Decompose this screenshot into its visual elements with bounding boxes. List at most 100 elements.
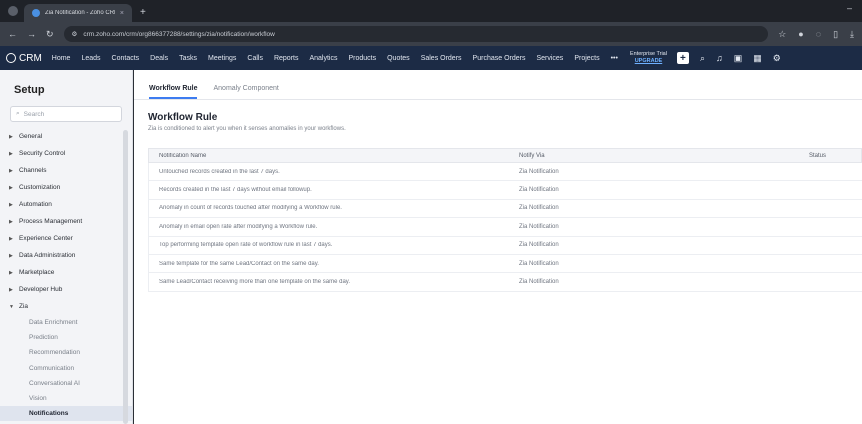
page-title: Workflow Rule (148, 112, 218, 123)
chevron-right-icon: ▶ (9, 286, 13, 293)
chevron-right-icon: ▶ (9, 201, 13, 208)
sidebar-item-security-control[interactable]: ▶ Security Control (0, 145, 132, 162)
nav-item-tasks[interactable]: Tasks (179, 55, 197, 62)
sidebar-subitem-recommendation[interactable]: Recommendation (0, 345, 132, 360)
table-row[interactable]: Same template for the same Lead/Contact … (148, 254, 862, 274)
table-row[interactable]: Anomaly in count of records touched afte… (148, 199, 862, 219)
nav-item-leads[interactable]: Leads (81, 55, 100, 62)
trial-label: Enterprise Trial (629, 51, 667, 57)
chevron-right-icon: ▶ (9, 252, 13, 259)
table-row[interactable]: Top performing template open rate of wor… (148, 236, 862, 255)
nav-item-sales-orders[interactable]: Sales Orders (421, 55, 462, 62)
sidebar-subitem-data-enrichment[interactable]: Data Enrichment (0, 315, 132, 330)
sidepanel-icon[interactable]: ▯ (833, 29, 838, 40)
nav-item-quotes[interactable]: Quotes (387, 55, 410, 62)
browser-tab-title: Zia Notification - Zoho CRM (45, 10, 115, 16)
sidebar-subitem-prediction[interactable]: Prediction (0, 330, 132, 345)
sidebar-subitem-notifications[interactable]: Notifications (0, 406, 132, 422)
notification-name: Anomaly in count of records touched afte… (159, 205, 342, 212)
download-icon[interactable]: ⤓ (850, 29, 854, 40)
sidebar-item-customization[interactable]: ▶ Customization (0, 179, 132, 196)
nav-item-reports[interactable]: Reports (274, 55, 299, 62)
nav-item-meetings[interactable]: Meetings (208, 55, 236, 62)
tab-anomaly-component[interactable]: Anomaly Component (213, 85, 278, 99)
table-header: Notification Name Notify Via Status (148, 148, 862, 163)
nav-item-products[interactable]: Products (348, 55, 376, 62)
notification-name: Top performing template open rate of wor… (159, 242, 333, 249)
notify-via: Zia Notification (519, 242, 559, 249)
apps-icon[interactable]: ▦ (753, 53, 762, 64)
browser-tab[interactable]: Zia Notification - Zoho CRM × (24, 4, 132, 22)
table-row[interactable]: Same Lead/Contact receiving more than on… (148, 273, 862, 292)
sidebar-item-marketplace[interactable]: ▶ Marketplace (0, 264, 132, 281)
chevron-down-icon: ▼ (9, 303, 14, 310)
crm-logo-text: CRM (19, 52, 42, 64)
sidebar-subitem-conversational-ai[interactable]: Conversational AI (0, 376, 132, 391)
enterprise-trial: Enterprise Trial UPGRADE (630, 51, 667, 65)
extension-icon[interactable]: ● (798, 29, 803, 40)
sidebar-subitem-communication[interactable]: Communication (0, 361, 132, 376)
profile-icon[interactable]: ◌ (816, 29, 821, 40)
nav-item-contacts[interactable]: Contacts (112, 55, 140, 62)
tab-workflow-rule[interactable]: Workflow Rule (149, 85, 198, 99)
sidebar-subitem-vision[interactable]: Vision (0, 391, 132, 406)
bell-icon[interactable]: ♫ (716, 53, 723, 63)
sidebar-item-zia[interactable]: ▼ Zia (0, 298, 132, 315)
nav-item-calls[interactable]: Calls (247, 55, 263, 62)
setup-sidebar: Setup ⌕ Search ▶ General ▶ Security Contro… (0, 70, 133, 424)
notification-name: Anomaly in email open rate after modifyi… (159, 223, 318, 230)
create-new-button[interactable]: + (676, 52, 689, 64)
table-row[interactable]: Anomaly in email open rate after modifyi… (148, 218, 862, 237)
nav-item-analytics[interactable]: Analytics (309, 55, 337, 62)
notification-name: Records created in the last 7 days witho… (159, 187, 312, 194)
address-bar: ← → ↻ ⚙ crm.zoho.com/crm/org866377288/se… (0, 22, 862, 46)
sidebar-item-channels[interactable]: ▶ Channels (0, 162, 132, 179)
gear-icon[interactable]: ⚙ (773, 53, 781, 64)
back-icon[interactable]: ← (8, 29, 17, 39)
bookmark-star-icon[interactable]: ☆ (778, 29, 786, 40)
chevron-right-icon: ▶ (9, 184, 13, 191)
nav-item-purchase-orders[interactable]: Purchase Orders (473, 55, 526, 62)
nav-item-home[interactable]: Home (52, 55, 71, 62)
sidebar-item-label: Process Management (19, 218, 83, 225)
url-text: crm.zoho.com/crm/org866377288/settings/z… (83, 30, 275, 38)
sidebar-item-label: Channels (19, 167, 47, 174)
notification-name: Untouched records created in the last 7 … (159, 168, 280, 175)
search-icon: ⌕ (16, 110, 20, 117)
calendar-icon[interactable]: ▣ (734, 53, 743, 64)
crm-logo[interactable]: CRM (6, 53, 42, 64)
url-field[interactable]: ⚙ crm.zoho.com/crm/org866377288/settings… (63, 26, 769, 42)
sidebar-item-process-management[interactable]: ▶ Process Management (0, 213, 132, 230)
sidebar-item-label: Experience Center (19, 235, 73, 242)
reload-icon[interactable]: ↻ (46, 29, 54, 40)
forward-icon[interactable]: → (27, 29, 36, 39)
setup-search-input[interactable]: ⌕ Search (10, 106, 122, 122)
sidebar-item-experience-center[interactable]: ▶ Experience Center (0, 230, 132, 247)
sidebar-item-label: Developer Hub (19, 286, 63, 293)
sidebar-item-general[interactable]: ▶ General (0, 128, 132, 145)
minimize-window-button[interactable]: – (847, 3, 852, 13)
nav-item-projects[interactable]: Projects (574, 55, 599, 62)
notify-via: Zia Notification (519, 168, 559, 175)
more-modules-button[interactable]: ••• (611, 55, 618, 62)
search-icon[interactable]: ⌕ (700, 53, 705, 64)
notification-name: Same Lead/Contact receiving more than on… (159, 279, 351, 286)
tab-search-icon[interactable] (8, 6, 18, 16)
sidebar-item-automation[interactable]: ▶ Automation (0, 196, 132, 213)
main-content: Workflow Rule Anomaly Component Workflow… (134, 70, 862, 424)
chevron-right-icon: ▶ (9, 218, 13, 225)
site-info-icon[interactable]: ⚙ (72, 30, 78, 38)
table-row[interactable]: Records created in the last 7 days witho… (148, 181, 862, 200)
new-tab-button[interactable]: + (140, 7, 146, 18)
close-tab-icon[interactable]: × (120, 10, 124, 17)
upgrade-link[interactable]: UPGRADE (635, 58, 663, 65)
sidebar-item-developer-hub[interactable]: ▶ Developer Hub (0, 281, 132, 298)
notification-name: Same template for the same Lead/Contact … (159, 260, 319, 267)
nav-item-services[interactable]: Services (536, 55, 563, 62)
notification-table: Notification Name Notify Via Status Unto… (148, 148, 862, 292)
zoho-favicon-icon (32, 9, 40, 17)
nav-item-deals[interactable]: Deals (150, 55, 168, 62)
sidebar-scrollbar[interactable] (123, 130, 128, 424)
table-row[interactable]: Untouched records created in the last 7 … (148, 163, 862, 182)
sidebar-item-data-administration[interactable]: ▶ Data Administration (0, 247, 132, 264)
